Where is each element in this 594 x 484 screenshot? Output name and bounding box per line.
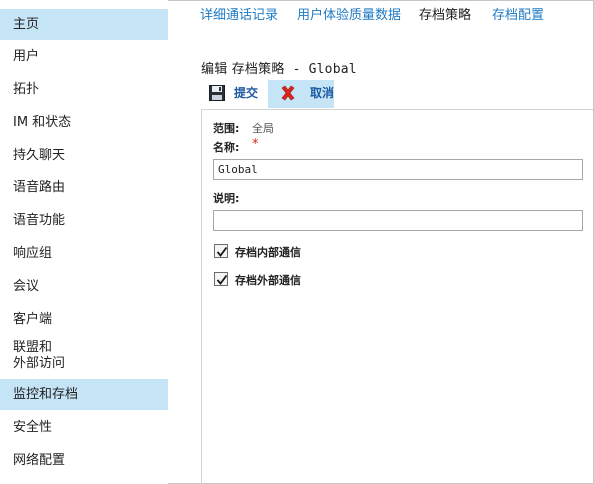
required-marker: * <box>252 137 259 152</box>
sidebar-item-label: 响应组 <box>13 246 53 261</box>
sidebar-item-home[interactable]: 主页 <box>0 9 168 40</box>
sidebar-item-label: 拓扑 <box>13 82 40 97</box>
sidebar-item-security[interactable]: 安全性 <box>0 412 168 443</box>
sidebar-item-federation-external[interactable]: 联盟和 外部访问 <box>0 337 168 377</box>
cancel-button[interactable]: 取消 <box>268 80 334 108</box>
description-label: 说明: <box>213 192 240 205</box>
archive-internal-checkbox[interactable] <box>214 244 228 258</box>
sidebar-item-label: 语音功能 <box>13 213 66 228</box>
sidebar-item-conferencing[interactable]: 会议 <box>0 271 168 302</box>
sidebar-item-im-presence[interactable]: IM 和状态 <box>0 107 168 138</box>
sidebar-item-label: 安全性 <box>13 420 53 435</box>
sidebar-item-label-line1: 联盟和 <box>13 340 53 355</box>
sidebar-item-persistent-chat[interactable]: 持久聊天 <box>0 140 168 171</box>
sidebar-item-clients[interactable]: 客户端 <box>0 304 168 335</box>
name-field[interactable] <box>213 159 583 180</box>
sidebar-item-label: 会议 <box>13 279 40 294</box>
sidebar-item-network-configuration[interactable]: 网络配置 <box>0 445 168 476</box>
tab-archiving-configuration[interactable]: 存档配置 <box>492 6 544 26</box>
page-title: 编辑 存档策略 - Global <box>201 58 357 77</box>
archive-external-label: 存档外部通信 <box>235 274 301 287</box>
save-icon <box>209 85 225 101</box>
close-icon <box>280 85 296 101</box>
sidebar-item-voice-features[interactable]: 语音功能 <box>0 205 168 236</box>
tab-call-detail-recording[interactable]: 详细通话记录 <box>200 6 278 26</box>
page-title-suffix: - Global <box>284 62 357 77</box>
description-field[interactable] <box>213 210 583 231</box>
policy-form: 范围: 全局 名称: * 说明: 存档内部通信 存档外部通信 <box>201 109 593 484</box>
name-label: 名称: <box>213 141 240 154</box>
scope-value: 全局 <box>252 122 274 135</box>
sidebar-nav: 主页 用户 拓扑 IM 和状态 持久聊天 语音路由 语音功能 响应组 会议 客户… <box>0 0 168 484</box>
tab-archiving-policy[interactable]: 存档策略 <box>419 6 471 26</box>
sidebar-item-label: 主页 <box>13 17 40 32</box>
commit-button[interactable]: 提交 <box>201 80 267 108</box>
sidebar-item-topology[interactable]: 拓扑 <box>0 74 168 105</box>
sidebar-item-monitoring-archiving[interactable]: 监控和存档 <box>0 379 168 410</box>
sidebar-item-label: IM 和状态 <box>13 115 72 130</box>
tab-qoe-data[interactable]: 用户体验质量数据 <box>297 6 401 26</box>
sidebar-item-label: 监控和存档 <box>13 387 79 402</box>
page-title-prefix: 编辑 存档策略 <box>201 62 285 77</box>
sidebar-item-label: 持久聊天 <box>13 148 66 163</box>
sidebar-item-response-groups[interactable]: 响应组 <box>0 238 168 269</box>
checkmark-icon <box>216 274 228 285</box>
sidebar-item-label: 客户端 <box>13 312 53 327</box>
sidebar-item-label: 用户 <box>13 49 40 64</box>
checkmark-icon <box>216 246 228 257</box>
sidebar-item-users[interactable]: 用户 <box>0 41 168 72</box>
commit-button-label: 提交 <box>234 86 259 100</box>
toolbar: 提交 取消 <box>201 80 593 108</box>
sidebar-item-label: 语音路由 <box>13 180 66 195</box>
cancel-button-label: 取消 <box>310 86 335 100</box>
scope-label: 范围: <box>213 122 240 135</box>
sidebar-item-label: 网络配置 <box>13 453 66 468</box>
sidebar-item-label-line2: 外部访问 <box>13 356 66 371</box>
archive-internal-label: 存档内部通信 <box>235 246 301 259</box>
sidebar-item-voice-routing[interactable]: 语音路由 <box>0 172 168 203</box>
archive-external-checkbox[interactable] <box>214 272 228 286</box>
